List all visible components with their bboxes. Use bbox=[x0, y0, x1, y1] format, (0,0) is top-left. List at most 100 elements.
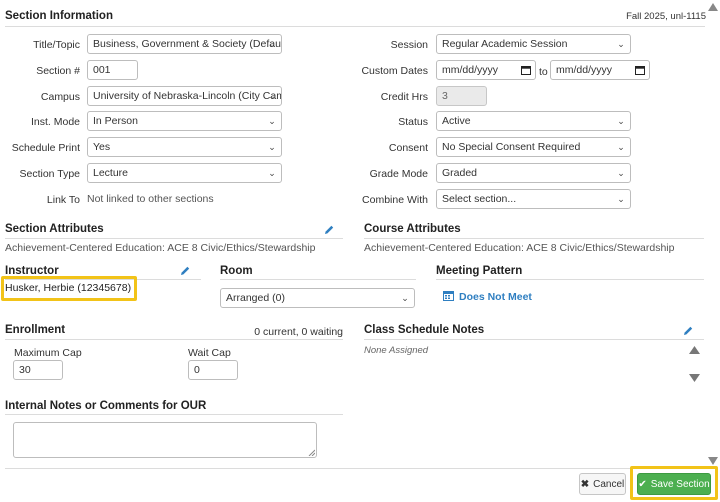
chevron-down-icon: ⌄ bbox=[617, 194, 625, 204]
date-end-placeholder: mm/dd/yyyy bbox=[556, 64, 613, 76]
campus-select[interactable]: University of Nebraska-Lincoln (City Cam… bbox=[87, 86, 282, 106]
section-number-input[interactable]: 001 bbox=[87, 60, 138, 80]
consent-label: Consent bbox=[388, 142, 428, 154]
consent-select[interactable]: No Special Consent Required ⌄ bbox=[436, 137, 631, 157]
scroll-up-icon[interactable] bbox=[708, 3, 718, 11]
enrollment-divider bbox=[5, 339, 343, 340]
class-schedule-notes-title: Class Schedule Notes bbox=[364, 324, 485, 336]
close-icon: ✖ bbox=[580, 478, 590, 490]
enrollment-summary: 0 current, 0 waiting bbox=[254, 326, 343, 338]
section-type-select[interactable]: Lecture ⌄ bbox=[87, 163, 282, 183]
save-section-button[interactable]: ✔ Save Section bbox=[637, 473, 711, 495]
wait-cap-label: Wait Cap bbox=[188, 347, 231, 359]
schedule-print-label: Schedule Print bbox=[11, 142, 80, 154]
notes-empty-text: None Assigned bbox=[364, 345, 429, 356]
campus-label: Campus bbox=[40, 91, 80, 103]
chevron-down-icon[interactable] bbox=[689, 374, 700, 382]
date-end-input[interactable]: mm/dd/yyyy bbox=[550, 60, 650, 80]
chevron-down-icon: ⌄ bbox=[401, 293, 409, 303]
save-label: Save Section bbox=[650, 478, 710, 490]
pencil-icon[interactable] bbox=[179, 265, 191, 277]
chevron-down-icon: ⌄ bbox=[268, 39, 276, 49]
pencil-icon[interactable] bbox=[323, 224, 335, 236]
footer-divider bbox=[5, 468, 705, 469]
room-divider bbox=[220, 279, 416, 280]
date-start-input[interactable]: mm/dd/yyyy bbox=[436, 60, 536, 80]
status-value: Active bbox=[442, 115, 471, 127]
room-value: Arranged (0) bbox=[226, 292, 285, 304]
resize-handle-icon[interactable] bbox=[308, 449, 315, 456]
section-attributes-divider bbox=[5, 238, 343, 239]
session-select[interactable]: Regular Academic Session ⌄ bbox=[436, 34, 631, 54]
date-start-placeholder: mm/dd/yyyy bbox=[442, 64, 499, 76]
chevron-down-icon: ⌄ bbox=[617, 142, 625, 152]
session-label: Session bbox=[390, 39, 428, 51]
course-attributes-title: Course Attributes bbox=[364, 223, 461, 235]
course-attributes-divider bbox=[364, 238, 704, 239]
chevron-down-icon: ⌄ bbox=[268, 91, 276, 101]
calendar-icon bbox=[443, 291, 454, 301]
session-value: Regular Academic Session bbox=[442, 38, 568, 50]
max-cap-label: Maximum Cap bbox=[14, 347, 82, 359]
check-icon: ✔ bbox=[638, 478, 647, 490]
custom-dates-label: Custom Dates bbox=[361, 65, 428, 77]
to-label: to bbox=[539, 66, 548, 78]
schedule-print-select[interactable]: Yes ⌄ bbox=[87, 137, 282, 157]
combine-with-select[interactable]: Select section... ⌄ bbox=[436, 189, 631, 209]
internal-notes-textarea[interactable] bbox=[13, 422, 317, 458]
chevron-down-icon: ⌄ bbox=[268, 168, 276, 178]
schedule-print-value: Yes bbox=[93, 141, 111, 153]
link-to-label: Link To bbox=[46, 194, 80, 206]
enrollment-title: Enrollment bbox=[5, 324, 66, 336]
section-type-value: Lecture bbox=[93, 167, 129, 179]
consent-value: No Special Consent Required bbox=[442, 141, 581, 153]
chevron-down-icon: ⌄ bbox=[617, 116, 625, 126]
section-attributes-text: Achievement-Centered Education: ACE 8 Ci… bbox=[5, 242, 316, 254]
instructor-name[interactable]: Husker, Herbie (12345678) bbox=[5, 282, 131, 294]
scroll-down-icon[interactable] bbox=[708, 457, 718, 465]
wait-cap-input[interactable]: 0 bbox=[188, 360, 238, 380]
campus-value: University of Nebraska-Lincoln (City Cam bbox=[93, 90, 282, 102]
inst-mode-value: In Person bbox=[93, 115, 138, 127]
meeting-pattern-divider bbox=[436, 279, 704, 280]
status-label: Status bbox=[398, 116, 428, 128]
title-topic-select[interactable]: Business, Government & Society (Defaul ⌄ bbox=[87, 34, 282, 54]
section-info-title: Section Information bbox=[5, 10, 113, 22]
grade-mode-value: Graded bbox=[442, 167, 478, 179]
grade-mode-select[interactable]: Graded ⌄ bbox=[436, 163, 631, 183]
term-label: Fall 2025, unl-1115 bbox=[626, 11, 706, 22]
inst-mode-label: Inst. Mode bbox=[30, 116, 80, 128]
cancel-button[interactable]: ✖ Cancel bbox=[579, 473, 626, 495]
section-number-label: Section # bbox=[36, 65, 80, 77]
status-select[interactable]: Active ⌄ bbox=[436, 111, 631, 131]
title-topic-label: Title/Topic bbox=[33, 39, 80, 51]
chevron-up-icon[interactable] bbox=[689, 346, 700, 354]
room-title: Room bbox=[220, 265, 253, 277]
class-schedule-notes-divider bbox=[364, 339, 704, 340]
header-divider bbox=[5, 26, 705, 27]
max-cap-input[interactable]: 30 bbox=[13, 360, 63, 380]
title-topic-value: Business, Government & Society (Defaul bbox=[93, 38, 282, 50]
calendar-icon[interactable] bbox=[521, 65, 531, 75]
room-select[interactable]: Arranged (0) ⌄ bbox=[220, 288, 415, 308]
combine-with-label: Combine With bbox=[362, 194, 428, 206]
does-not-meet-link[interactable]: Does Not Meet bbox=[459, 291, 532, 303]
internal-notes-divider bbox=[5, 414, 343, 415]
inst-mode-select[interactable]: In Person ⌄ bbox=[87, 111, 282, 131]
link-to-value: Not linked to other sections bbox=[87, 193, 214, 205]
meeting-pattern-title: Meeting Pattern bbox=[436, 265, 523, 277]
chevron-down-icon: ⌄ bbox=[617, 39, 625, 49]
chevron-down-icon: ⌄ bbox=[617, 168, 625, 178]
combine-with-value: Select section... bbox=[442, 193, 517, 205]
calendar-icon[interactable] bbox=[635, 65, 645, 75]
section-type-label: Section Type bbox=[19, 168, 80, 180]
grade-mode-label: Grade Mode bbox=[369, 168, 428, 180]
chevron-down-icon: ⌄ bbox=[268, 142, 276, 152]
section-attributes-title: Section Attributes bbox=[5, 223, 104, 235]
course-attributes-text: Achievement-Centered Education: ACE 8 Ci… bbox=[364, 242, 675, 254]
credit-hrs-input: 3 bbox=[436, 86, 487, 106]
credit-hrs-label: Credit Hrs bbox=[380, 91, 428, 103]
chevron-down-icon: ⌄ bbox=[268, 116, 276, 126]
cancel-label: Cancel bbox=[593, 478, 625, 490]
pencil-icon[interactable] bbox=[682, 325, 694, 337]
